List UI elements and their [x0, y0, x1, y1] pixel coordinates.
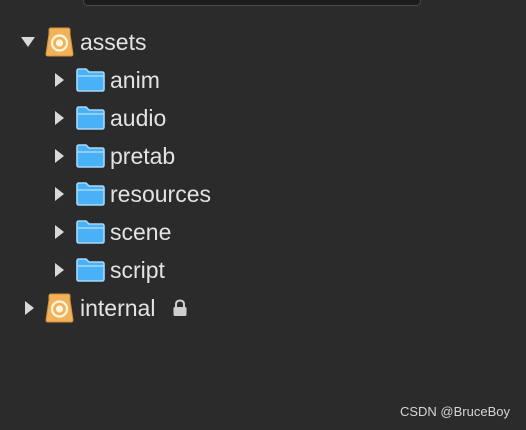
lock-icon — [172, 289, 188, 327]
watermark: CSDN @BruceBoy — [399, 404, 510, 419]
collapsed-arrow-icon[interactable] — [51, 251, 67, 289]
folder-icon — [76, 99, 105, 137]
tree-item-label: assets — [80, 29, 147, 55]
tree-item-pretab[interactable]: pretab — [0, 137, 526, 175]
tree-item-label: audio — [110, 105, 167, 131]
tree-item-label: internal — [80, 295, 156, 321]
collapsed-arrow-icon[interactable] — [51, 137, 67, 175]
tree-item-internal[interactable]: internal — [0, 289, 526, 327]
tree-item-anim[interactable]: anim — [0, 61, 526, 99]
database-icon — [45, 23, 74, 61]
tree-item-label: script — [110, 257, 165, 283]
collapsed-arrow-icon[interactable] — [51, 61, 67, 99]
tree-item-scene[interactable]: scene — [0, 213, 526, 251]
folder-icon — [76, 61, 105, 99]
folder-icon — [76, 137, 105, 175]
collapsed-arrow-icon[interactable] — [51, 213, 67, 251]
folder-icon — [76, 213, 105, 251]
search-field-edge[interactable] — [83, 0, 421, 6]
collapsed-arrow-icon[interactable] — [51, 175, 67, 213]
folder-icon — [76, 251, 105, 289]
tree-item-audio[interactable]: audio — [0, 99, 526, 137]
tree-item-label: scene — [110, 219, 172, 245]
tree-item-resources[interactable]: resources — [0, 175, 526, 213]
tree-item-label: anim — [110, 67, 160, 93]
tree-item-label: pretab — [110, 143, 176, 169]
tree-item-script[interactable]: script — [0, 251, 526, 289]
collapsed-arrow-icon[interactable] — [51, 99, 67, 137]
database-icon — [45, 289, 74, 327]
tree-item-assets[interactable]: assets — [0, 23, 526, 61]
tree-item-label: resources — [110, 181, 211, 207]
folder-icon — [76, 175, 105, 213]
collapsed-arrow-icon[interactable] — [21, 289, 37, 327]
expanded-arrow-icon[interactable] — [20, 23, 36, 61]
